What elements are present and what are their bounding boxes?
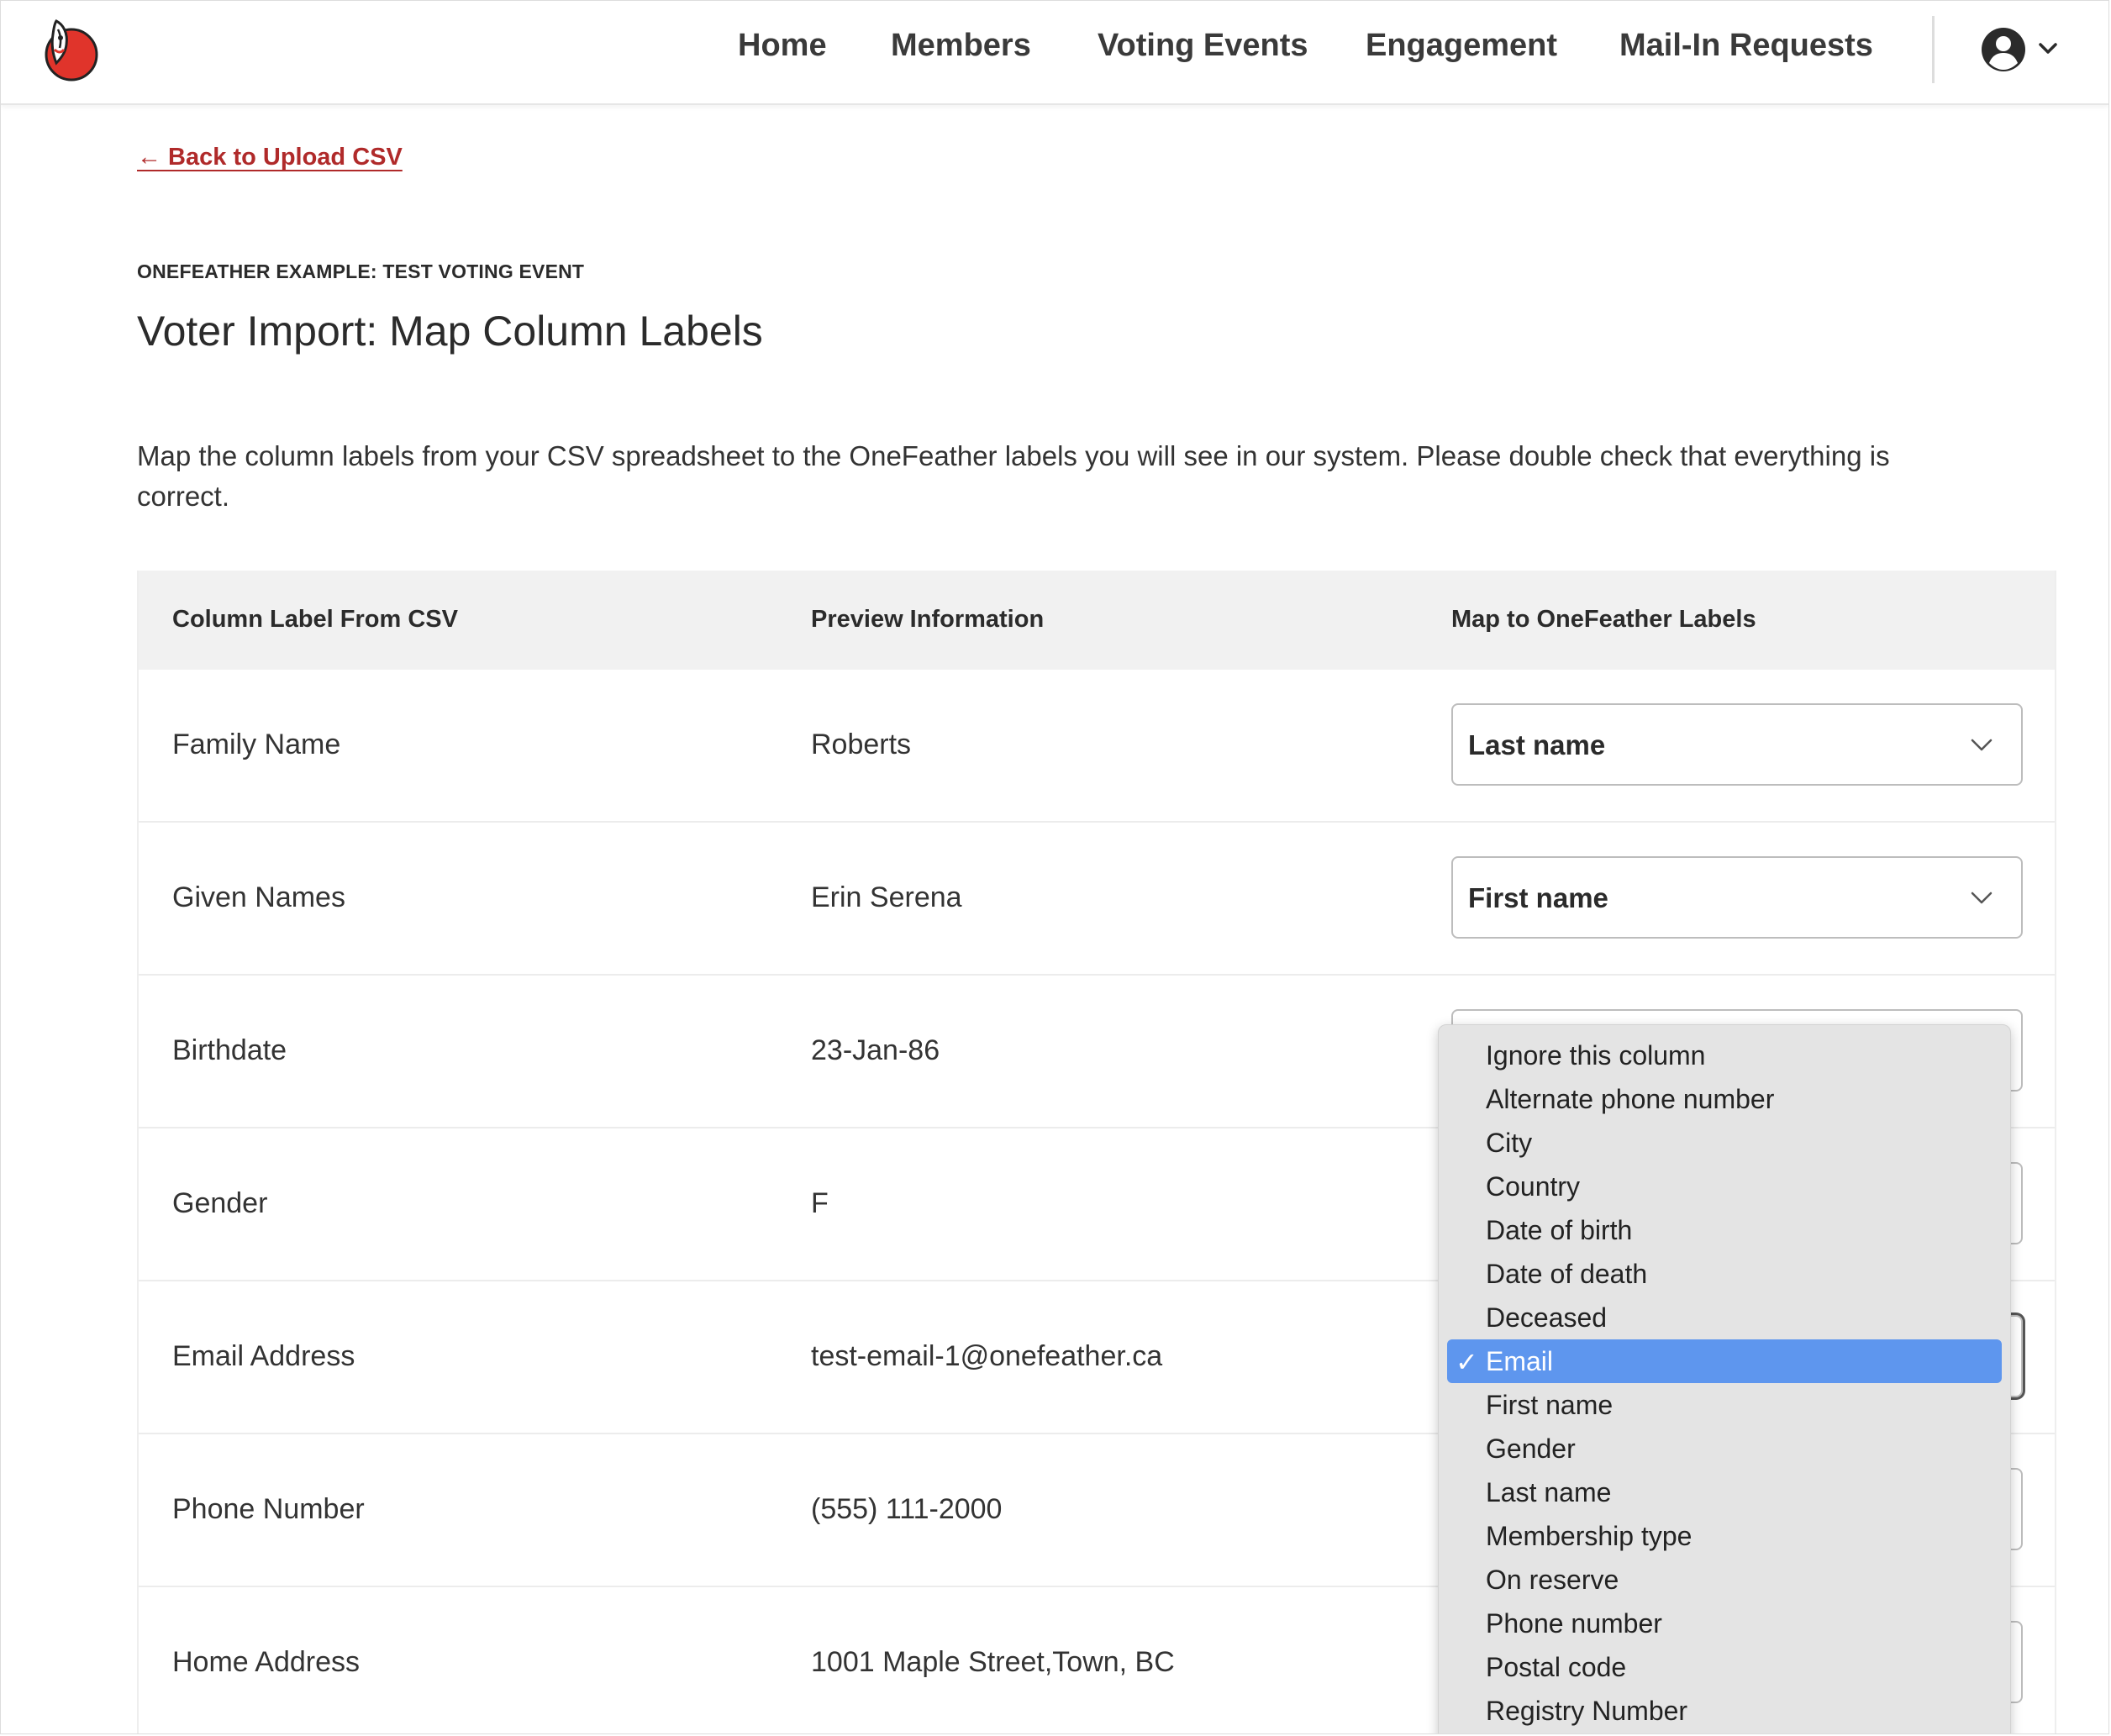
preview-cell: Erin Serena: [811, 881, 962, 913]
dropdown-option[interactable]: ✓ Email: [1447, 1339, 2002, 1383]
label-select[interactable]: Last name: [1451, 703, 2023, 786]
dropdown-option[interactable]: Deceased: [1447, 1296, 2002, 1339]
dropdown-option-label: Registry Number: [1486, 1696, 1688, 1726]
preview-cell: (555) 111-2000: [811, 1493, 1003, 1525]
dropdown-option[interactable]: Postal code: [1447, 1645, 2002, 1689]
table-header: Column Label From CSV Preview Informatio…: [139, 571, 2055, 670]
table-row: Family Name Roberts Last name: [139, 670, 2055, 823]
dropdown-option[interactable]: On reserve: [1447, 1558, 2002, 1602]
dropdown-option[interactable]: Ignore this column: [1447, 1034, 2002, 1077]
dropdown-option-label: Alternate phone number: [1486, 1084, 1775, 1114]
onefeather-logo-icon[interactable]: [38, 16, 102, 83]
event-eyebrow: ONEFEATHER EXAMPLE: TEST VOTING EVENT: [137, 260, 585, 282]
checkmark-icon: ✓: [1456, 1347, 1478, 1377]
dropdown-option-label: First name: [1486, 1390, 1614, 1420]
csv-label-cell: Given Names: [172, 881, 345, 913]
chevron-down-icon[interactable]: [2038, 41, 2058, 56]
dropdown-option-label: Date of death: [1486, 1259, 1648, 1289]
preview-cell: 1001 Maple Street,Town, BC: [811, 1646, 1175, 1678]
dropdown-option[interactable]: First name: [1447, 1383, 2002, 1427]
dropdown-option[interactable]: Membership type: [1447, 1514, 2002, 1558]
dropdown-options: Ignore this column Alternate phone number…: [1439, 1034, 2010, 1733]
header-map: Map to OneFeather Labels: [1451, 606, 1756, 633]
preview-cell: Roberts: [811, 729, 912, 760]
dropdown-option-label: Phone number: [1486, 1608, 1662, 1639]
preview-cell: test-email-1@onefeather.ca: [811, 1340, 1163, 1372]
dropdown-option-label: Postal code: [1486, 1652, 1627, 1682]
dropdown-option-label: Email: [1486, 1346, 1554, 1376]
csv-label-cell: Email Address: [172, 1340, 355, 1372]
header-csv-label: Column Label From CSV: [172, 606, 458, 633]
header-preview: Preview Information: [811, 606, 1045, 633]
select-value: First name: [1468, 882, 1608, 913]
dropdown-option[interactable]: Date of birth: [1447, 1208, 2002, 1252]
nav-engagement[interactable]: Engagement: [1366, 28, 1557, 64]
dropdown-option-label: City: [1486, 1128, 1533, 1158]
user-circle-icon[interactable]: [1981, 27, 2026, 72]
preview-cell: 23-Jan-86: [811, 1034, 940, 1066]
csv-label-cell: Phone Number: [172, 1493, 365, 1525]
nav-voting-events[interactable]: Voting Events: [1098, 28, 1308, 64]
chevron-down-icon: [1971, 892, 1993, 904]
top-navigation-bar: Home Members Voting Events Engagement Ma…: [1, 1, 2108, 105]
csv-label-cell: Family Name: [172, 729, 341, 760]
csv-label-cell: Gender: [172, 1187, 268, 1219]
preview-cell: F: [811, 1187, 829, 1219]
dropdown-option[interactable]: Alternate phone number: [1447, 1077, 2002, 1121]
app-window: Home Members Voting Events Engagement Ma…: [0, 0, 2109, 1734]
dropdown-option[interactable]: Phone number: [1447, 1602, 2002, 1645]
dropdown-option-label: Date of birth: [1486, 1215, 1633, 1245]
nav-mail-in-requests[interactable]: Mail-In Requests: [1619, 28, 1873, 64]
chevron-down-icon: [1971, 739, 1993, 751]
nav-members[interactable]: Members: [891, 28, 1031, 64]
dropdown-option-label: Last name: [1486, 1477, 1612, 1507]
dropdown-option[interactable]: Date of death: [1447, 1252, 2002, 1296]
select-value: Last name: [1468, 729, 1606, 760]
label-select[interactable]: First name: [1451, 856, 2023, 939]
dropdown-option-label: Gender: [1486, 1434, 1576, 1464]
dropdown-option[interactable]: Country: [1447, 1165, 2002, 1208]
table-row: Given Names Erin Serena First name: [139, 823, 2055, 976]
dropdown-option[interactable]: Registry Number: [1447, 1689, 2002, 1733]
nav-divider: [1932, 16, 1935, 83]
csv-label-cell: Home Address: [172, 1646, 360, 1678]
dropdown-option-label: On reserve: [1486, 1565, 1619, 1595]
dropdown-option[interactable]: Last name: [1447, 1470, 2002, 1514]
page-title: Voter Import: Map Column Labels: [137, 308, 763, 355]
dropdown-option-label: Ignore this column: [1486, 1040, 1706, 1071]
dropdown-option[interactable]: Gender: [1447, 1427, 2002, 1470]
dropdown-option-label: Membership type: [1486, 1521, 1692, 1551]
label-dropdown-menu[interactable]: Ignore this column Alternate phone number…: [1438, 1024, 2011, 1733]
dropdown-option-label: Deceased: [1486, 1302, 1608, 1333]
dropdown-option[interactable]: City: [1447, 1121, 2002, 1165]
dropdown-option-label: Country: [1486, 1171, 1581, 1202]
nav-home[interactable]: Home: [738, 28, 827, 64]
back-to-upload-link[interactable]: ← Back to Upload CSV: [137, 144, 403, 171]
intro-text: Map the column labels from your CSV spre…: [137, 440, 1890, 512]
csv-label-cell: Birthdate: [172, 1034, 287, 1066]
